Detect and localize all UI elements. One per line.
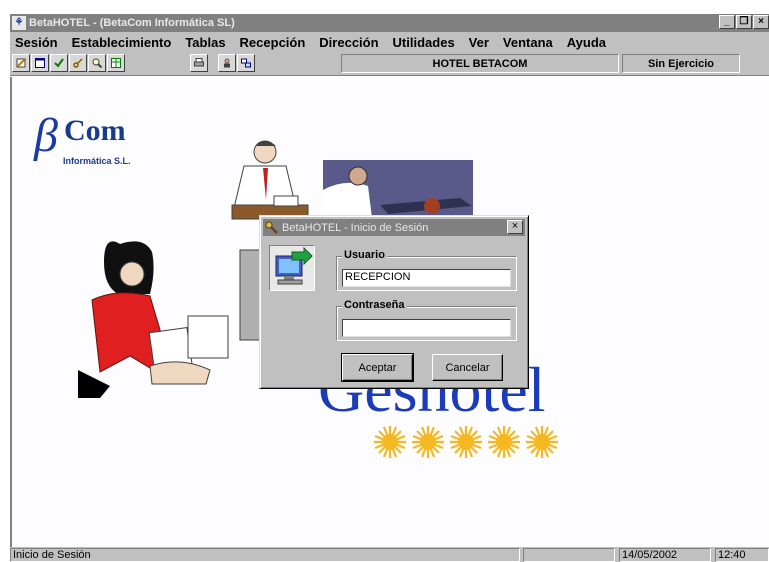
- status-date: 14/05/2002: [619, 548, 711, 562]
- usuario-label: Usuario: [342, 249, 387, 261]
- login-dialog: BetaHOTEL - Inicio de Sesión × Usuario R…: [259, 215, 529, 389]
- password-group: Contraseña: [336, 299, 517, 341]
- star-icon: [412, 426, 444, 458]
- status-message: Inicio de Sesión: [10, 548, 520, 562]
- usuario-input[interactable]: RECEPCION: [342, 269, 511, 287]
- login-icon: [269, 245, 315, 291]
- accept-button-label: Aceptar: [358, 361, 397, 374]
- businessman-illustration: [231, 140, 309, 220]
- rating-stars: [374, 426, 558, 458]
- cancel-button[interactable]: Cancelar: [432, 354, 503, 381]
- usuario-group: Usuario RECEPCION: [336, 249, 517, 291]
- woman-illustration: [78, 241, 229, 398]
- status-empty-panel: [523, 548, 615, 562]
- password-label: Contraseña: [342, 299, 407, 311]
- star-icon: [488, 426, 520, 458]
- status-bar: Inicio de Sesión 14/05/2002 12:40: [10, 547, 769, 562]
- star-icon: [526, 426, 558, 458]
- status-time: 12:40: [715, 548, 769, 562]
- meeting-illustration: [323, 160, 473, 218]
- dialog-titlebar[interactable]: BetaHOTEL - Inicio de Sesión ×: [263, 219, 525, 236]
- dialog-close-button[interactable]: ×: [507, 220, 523, 234]
- dialog-title: BetaHOTEL - Inicio de Sesión: [282, 221, 429, 234]
- star-icon: [450, 426, 482, 458]
- cancel-button-label: Cancelar: [445, 361, 490, 374]
- password-input[interactable]: [342, 319, 511, 337]
- accept-button[interactable]: Aceptar: [341, 353, 414, 382]
- star-icon: [374, 426, 406, 458]
- keys-icon: [265, 221, 278, 234]
